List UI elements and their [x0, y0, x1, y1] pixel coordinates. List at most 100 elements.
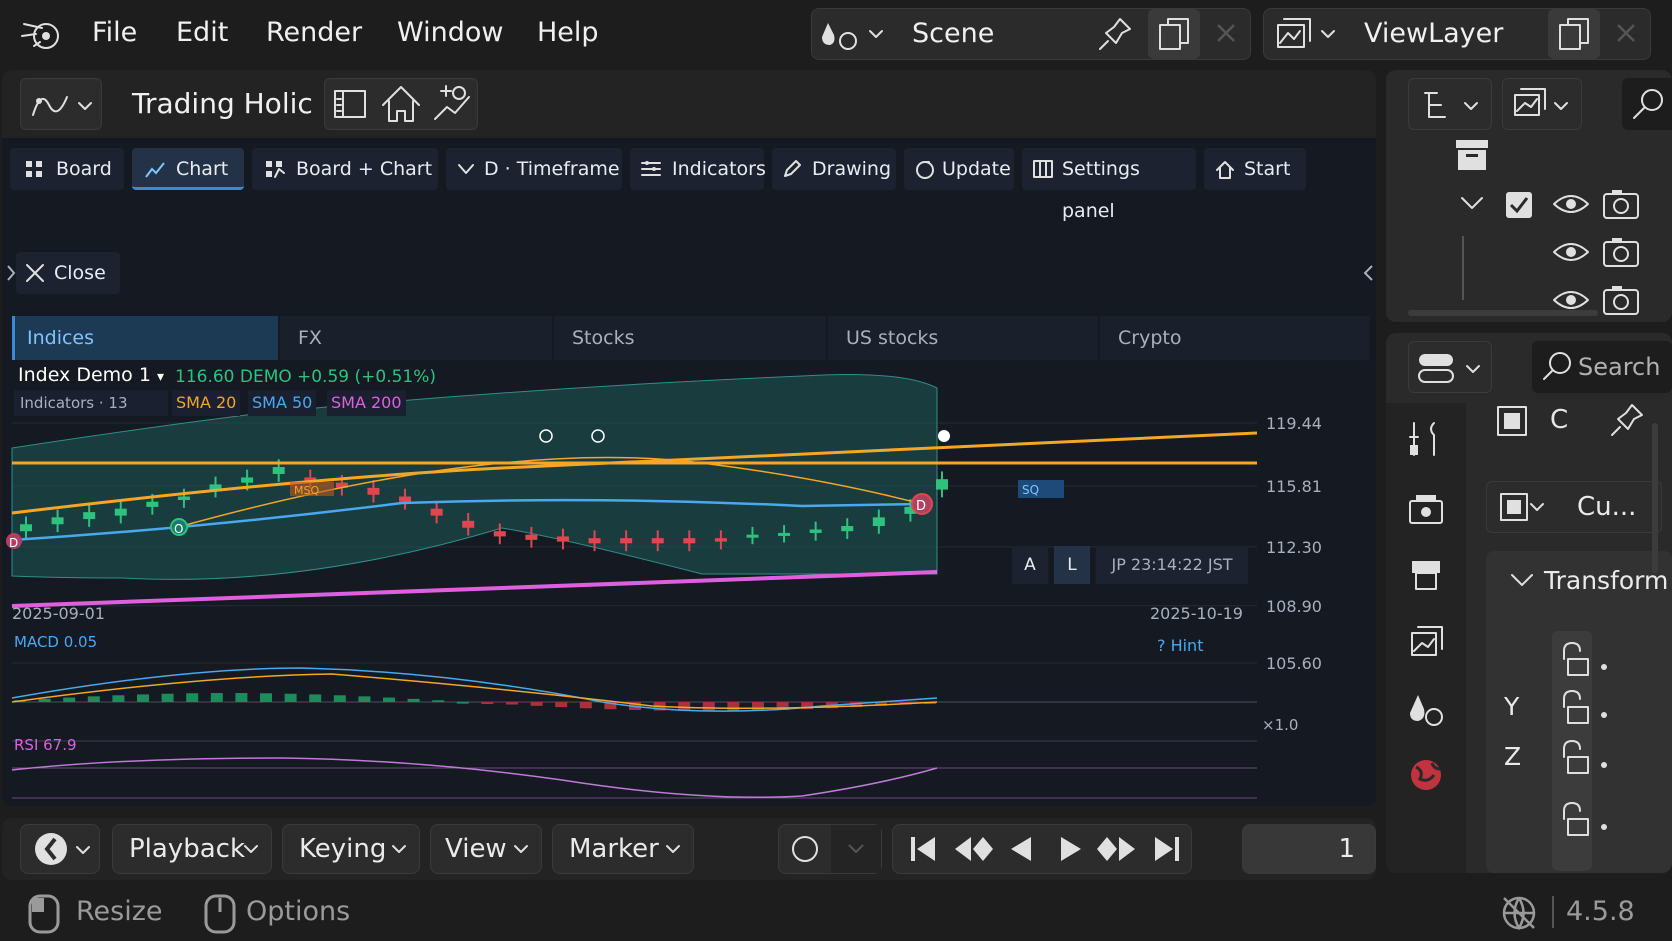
transform-header[interactable]: Transform [1494, 559, 1672, 603]
close-button[interactable]: Close [16, 252, 120, 294]
menu-edit[interactable]: Edit [176, 12, 228, 54]
menu-help[interactable]: Help [537, 12, 599, 54]
menu-window[interactable]: Window [397, 12, 503, 54]
candle-body [714, 538, 727, 542]
view-menu[interactable]: View [430, 824, 542, 874]
view-layer-properties-icon[interactable] [1404, 619, 1448, 663]
world-properties-icon[interactable] [1404, 753, 1448, 797]
prev-keyframe-icon[interactable] [947, 825, 997, 873]
close-view-layer-icon[interactable] [1604, 9, 1648, 59]
expand-left-icon[interactable] [6, 260, 16, 286]
outliner-search-icon[interactable] [1622, 78, 1672, 130]
auto-keying-dropdown[interactable] [831, 825, 881, 873]
render-camera-icon[interactable] [1598, 184, 1644, 224]
lock-w-icon[interactable] [1552, 797, 1614, 841]
sidebar-toggle-icon[interactable] [325, 79, 375, 129]
properties-search-field[interactable]: Search [1532, 341, 1672, 393]
axis-z-label: Z [1504, 742, 1522, 771]
current-frame-field[interactable]: 1 [1242, 824, 1376, 874]
indicators-button[interactable]: Indicators [630, 148, 766, 190]
active-tool-icon[interactable] [1486, 395, 1538, 445]
lock-y-icon[interactable] [1552, 685, 1614, 729]
tool-properties-icon[interactable] [1404, 417, 1448, 461]
jump-end-icon[interactable] [1143, 825, 1191, 873]
scene-properties-icon[interactable] [1404, 687, 1448, 731]
keying-menu[interactable]: Keying [282, 824, 420, 874]
render-camera-icon-3[interactable] [1598, 280, 1644, 320]
duplicate-scene-icon[interactable] [1148, 9, 1200, 59]
tab-crypto[interactable]: Crypto [1100, 316, 1370, 360]
scene-name[interactable]: Scene [912, 9, 994, 59]
collapse-right-icon[interactable] [1362, 260, 1374, 286]
close-scene-icon[interactable] [1204, 9, 1248, 59]
marker-menu[interactable]: Marker [552, 824, 694, 874]
outliner-scrollbar[interactable] [1408, 310, 1598, 316]
menu-render[interactable]: Render [266, 12, 362, 54]
sq-label: SQ [1022, 483, 1039, 497]
next-keyframe-icon[interactable] [1093, 825, 1143, 873]
log-scale-button[interactable]: L [1054, 546, 1090, 584]
lock-x-icon[interactable] [1552, 637, 1614, 681]
indicators-count-label[interactable]: Indicators · 13 [14, 390, 168, 416]
header-button-group [324, 78, 478, 130]
menu-file[interactable]: File [92, 12, 137, 54]
record-icon[interactable] [779, 825, 831, 873]
chart-settings-icon[interactable] [427, 79, 477, 129]
update-button[interactable]: Update [904, 148, 1014, 190]
tab-stocks[interactable]: Stocks [554, 316, 826, 360]
visibility-eye-icon-2[interactable] [1548, 232, 1594, 272]
rsi-chart[interactable] [2, 750, 1376, 806]
symbol-change: +0.59 (+0.51%) [297, 367, 437, 387]
auto-scale-button[interactable]: A [1012, 546, 1048, 584]
chart-button[interactable]: Chart [132, 148, 244, 190]
timeline-editor-type-dropdown[interactable] [20, 824, 100, 874]
network-disabled-icon[interactable] [1498, 892, 1540, 934]
exclude-checkbox[interactable] [1498, 184, 1538, 224]
sma20-legend[interactable]: SMA 20 [172, 390, 241, 416]
tab-indices[interactable]: Indices [12, 316, 278, 360]
macd-chart[interactable] [2, 658, 1376, 748]
duplicate-view-layer-icon[interactable] [1548, 9, 1600, 59]
tab-us-stocks[interactable]: US stocks [828, 316, 1098, 360]
pin-icon[interactable] [1092, 9, 1140, 59]
settings-panel-button[interactable]: Settings panel [1022, 148, 1196, 222]
outliner-filter-dropdown[interactable] [1502, 78, 1582, 130]
properties-editor-type-dropdown[interactable] [1408, 341, 1492, 393]
hint-link[interactable]: ? Hint [1157, 636, 1203, 655]
view-layer-type-dropdown[interactable] [1264, 9, 1344, 59]
editor-type-dropdown[interactable] [20, 78, 102, 130]
scene-type-dropdown[interactable] [812, 9, 892, 59]
tool-pin-icon[interactable] [1602, 395, 1654, 445]
outliner-panel [1386, 70, 1672, 322]
collapse-chevron-icon[interactable] [1450, 182, 1494, 226]
outliner-display-mode-dropdown[interactable] [1408, 78, 1492, 130]
drawing-button[interactable]: Drawing [772, 148, 896, 190]
view-layer-name[interactable]: ViewLayer [1364, 9, 1503, 59]
price-chart[interactable]: O D D MSQ SQ 119.44115.81112.30108.90105… [2, 368, 1376, 708]
board-button[interactable]: Board [10, 148, 124, 190]
timeframe-dropdown[interactable]: D · Timeframe [446, 148, 622, 190]
view-layer-selector: ViewLayer [1263, 8, 1651, 60]
scene-selector: Scene [811, 8, 1251, 60]
board-chart-button[interactable]: Board + Chart [252, 148, 438, 190]
view-label: View [445, 834, 507, 864]
render-camera-icon-2[interactable] [1598, 232, 1644, 272]
visibility-eye-icon[interactable] [1548, 184, 1594, 224]
playback-menu[interactable]: Playback [112, 824, 272, 874]
play-icon[interactable] [1045, 825, 1093, 873]
output-properties-icon[interactable] [1404, 553, 1448, 597]
symbol-name[interactable]: Index Demo 1 ▾ [18, 360, 164, 392]
sma50-legend[interactable]: SMA 50 [248, 390, 317, 416]
jump-start-icon[interactable] [899, 825, 947, 873]
cursor-tool-dropdown[interactable]: Cu... [1486, 481, 1662, 533]
lock-z-icon[interactable] [1552, 735, 1614, 779]
blender-logo-icon[interactable] [20, 14, 66, 54]
home-icon[interactable] [375, 79, 427, 129]
tab-fx[interactable]: FX [280, 316, 552, 360]
play-reverse-icon[interactable] [997, 825, 1045, 873]
macd-line [11, 667, 938, 712]
properties-scrollbar[interactable] [1652, 423, 1658, 573]
render-properties-icon[interactable] [1404, 487, 1448, 531]
sma200-legend[interactable]: SMA 200 [327, 390, 406, 416]
start-button[interactable]: Start [1204, 148, 1306, 190]
